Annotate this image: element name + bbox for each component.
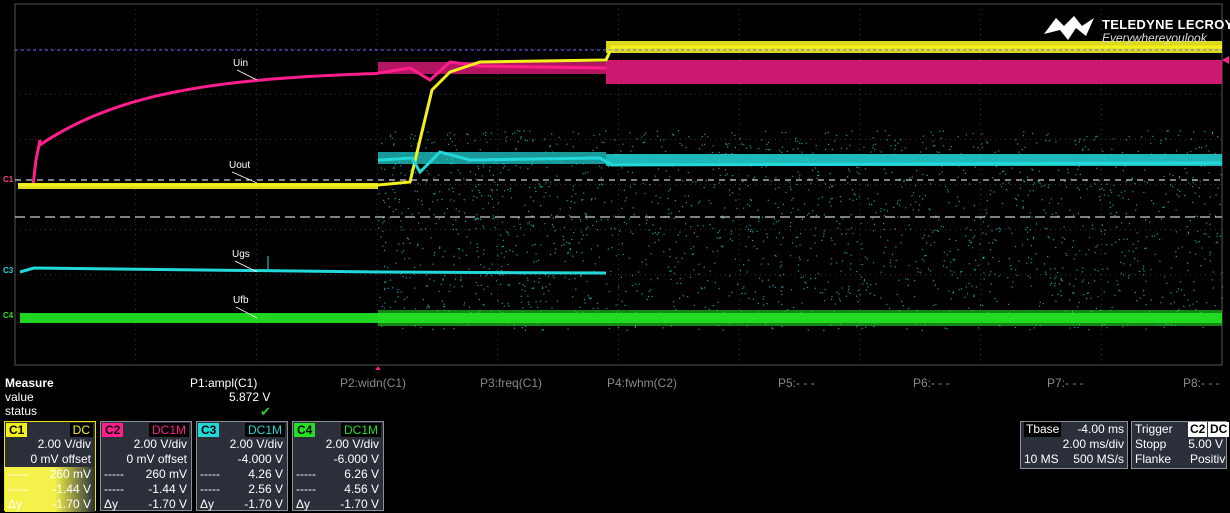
teledyne-lecroy-logo: TELEDYNE LECROY Everywhereyoulook bbox=[1042, 14, 1230, 46]
channel-offset: 0 mV offset bbox=[126, 452, 187, 466]
channel-marker-c1[interactable]: C1 bbox=[3, 175, 14, 184]
timebase-delay: -4.00 ms bbox=[1077, 422, 1124, 436]
trigger-label: Trigger bbox=[1135, 422, 1173, 436]
timebase-points: 10 MS bbox=[1024, 452, 1059, 466]
channel-coupling: DC1M bbox=[148, 423, 189, 437]
measure-param-p5[interactable]: P5:- - - bbox=[778, 376, 815, 390]
channel-offset: -4.000 V bbox=[237, 452, 283, 466]
measure-row-value: value bbox=[5, 390, 34, 404]
brand-name: TELEDYNE LECROY bbox=[1102, 17, 1230, 32]
trace-label-uout: Uout bbox=[229, 160, 250, 171]
trace-label-ugs: Ugs bbox=[232, 249, 250, 260]
channel-delta: -1.70 V bbox=[52, 497, 91, 511]
trigger-source: C2 bbox=[1188, 422, 1208, 437]
channel-vdiv: 2.00 V/div bbox=[229, 437, 283, 451]
channel-vdiv: 2.00 V/div bbox=[37, 437, 91, 451]
measure-param-p1[interactable]: P1:ampl(C1) bbox=[190, 376, 257, 390]
channel-cursor1: 4.26 V bbox=[248, 467, 283, 481]
channel-cursor2: 2.56 V bbox=[248, 482, 283, 496]
channel-marker-c3[interactable]: C3 bbox=[3, 266, 14, 275]
channel-cursor1: 260 mV bbox=[145, 467, 187, 481]
trigger-coupling: DC bbox=[1208, 422, 1230, 437]
trigger-level: 5.00 V bbox=[1188, 437, 1223, 451]
trace-label-uin: Uin bbox=[233, 58, 248, 69]
timebase-box[interactable]: Tbase -4.00 ms 2.00 ms/div 10 MS 500 MS/s bbox=[1020, 421, 1128, 469]
measure-param-p3[interactable]: P3:freq(C1) bbox=[480, 376, 542, 390]
channel-offset: 0 mV offset bbox=[30, 452, 91, 466]
lecroy-logo-icon bbox=[1044, 16, 1094, 40]
channel-box-c1[interactable]: C1 DC 2.00 V/div 0 mV offset ----- 260 mV … bbox=[4, 421, 96, 512]
channel-cursor2: 4.56 V bbox=[344, 482, 379, 496]
trigger-box[interactable]: Trigger C2 DC Stopp 5.00 V Flanke Positiv bbox=[1131, 421, 1230, 469]
timebase-label: Tbase bbox=[1024, 422, 1062, 437]
measure-param-p4[interactable]: P4:fwhm(C2) bbox=[607, 376, 677, 390]
timebase-tdiv: 2.00 ms/div bbox=[1062, 437, 1124, 451]
measure-value-p1: 5.872 V bbox=[229, 390, 271, 404]
channel-box-c2[interactable]: C2 DC1M 2.00 V/div 0 mV offset ----- 260 m… bbox=[100, 421, 192, 511]
trigger-edge-label: Flanke bbox=[1135, 452, 1172, 466]
measure-table: Measure value status P1:ampl(C1) 5.872 V… bbox=[0, 376, 1230, 420]
channel-delta: -1.70 V bbox=[244, 497, 283, 511]
channel-cursor1: 260 mV bbox=[49, 467, 91, 481]
status-check-icon: ✔ bbox=[260, 404, 271, 419]
trace-label-ufb: Ufb bbox=[233, 295, 249, 306]
brand-tagline: Everywhereyoulook bbox=[1102, 31, 1207, 45]
scope-display[interactable]: Uin Uout Ugs Ufb C1 C3 C4 bbox=[0, 0, 1230, 370]
measure-param-p6[interactable]: P6:- - - bbox=[913, 376, 950, 390]
measure-row-status: status bbox=[5, 404, 38, 418]
measure-param-p2[interactable]: P2:widn(C1) bbox=[340, 376, 406, 390]
channel-cursor1: 6.26 V bbox=[344, 467, 379, 481]
measure-title: Measure bbox=[5, 376, 54, 390]
channel-offset: -6.000 V bbox=[333, 452, 379, 466]
channel-coupling: DC bbox=[69, 423, 93, 437]
channel-vdiv: 2.00 V/div bbox=[133, 437, 187, 451]
channel-box-c3[interactable]: C3 DC1M 2.00 V/div -4.000 V ----- 4.26 V -… bbox=[196, 421, 288, 511]
channel-cursor2: -1.44 V bbox=[52, 482, 91, 496]
trigger-mode: Stopp bbox=[1135, 437, 1167, 451]
measure-param-p7[interactable]: P7:- - - bbox=[1047, 376, 1084, 390]
channel-coupling: DC1M bbox=[244, 423, 285, 437]
channel-coupling: DC1M bbox=[340, 423, 381, 437]
trigger-slope: Positiv bbox=[1190, 452, 1226, 466]
channel-cursor2: -1.44 V bbox=[148, 482, 187, 496]
timebase-rate: 500 MS/s bbox=[1073, 452, 1124, 466]
channel-name: C1 bbox=[6, 423, 28, 437]
channel-vdiv: 2.00 V/div bbox=[325, 437, 379, 451]
channel-delta: -1.70 V bbox=[148, 497, 187, 511]
channel-marker-c4[interactable]: C4 bbox=[3, 311, 14, 320]
channel-name: C4 bbox=[294, 423, 316, 437]
channel-box-c4[interactable]: C4 DC1M 2.00 V/div -6.000 V ----- 6.26 V -… bbox=[292, 421, 384, 511]
channel-delta: -1.70 V bbox=[340, 497, 379, 511]
channel-name: C2 bbox=[102, 423, 124, 437]
measure-param-p8[interactable]: P8:- - - bbox=[1183, 376, 1220, 390]
channel-name: C3 bbox=[198, 423, 220, 437]
